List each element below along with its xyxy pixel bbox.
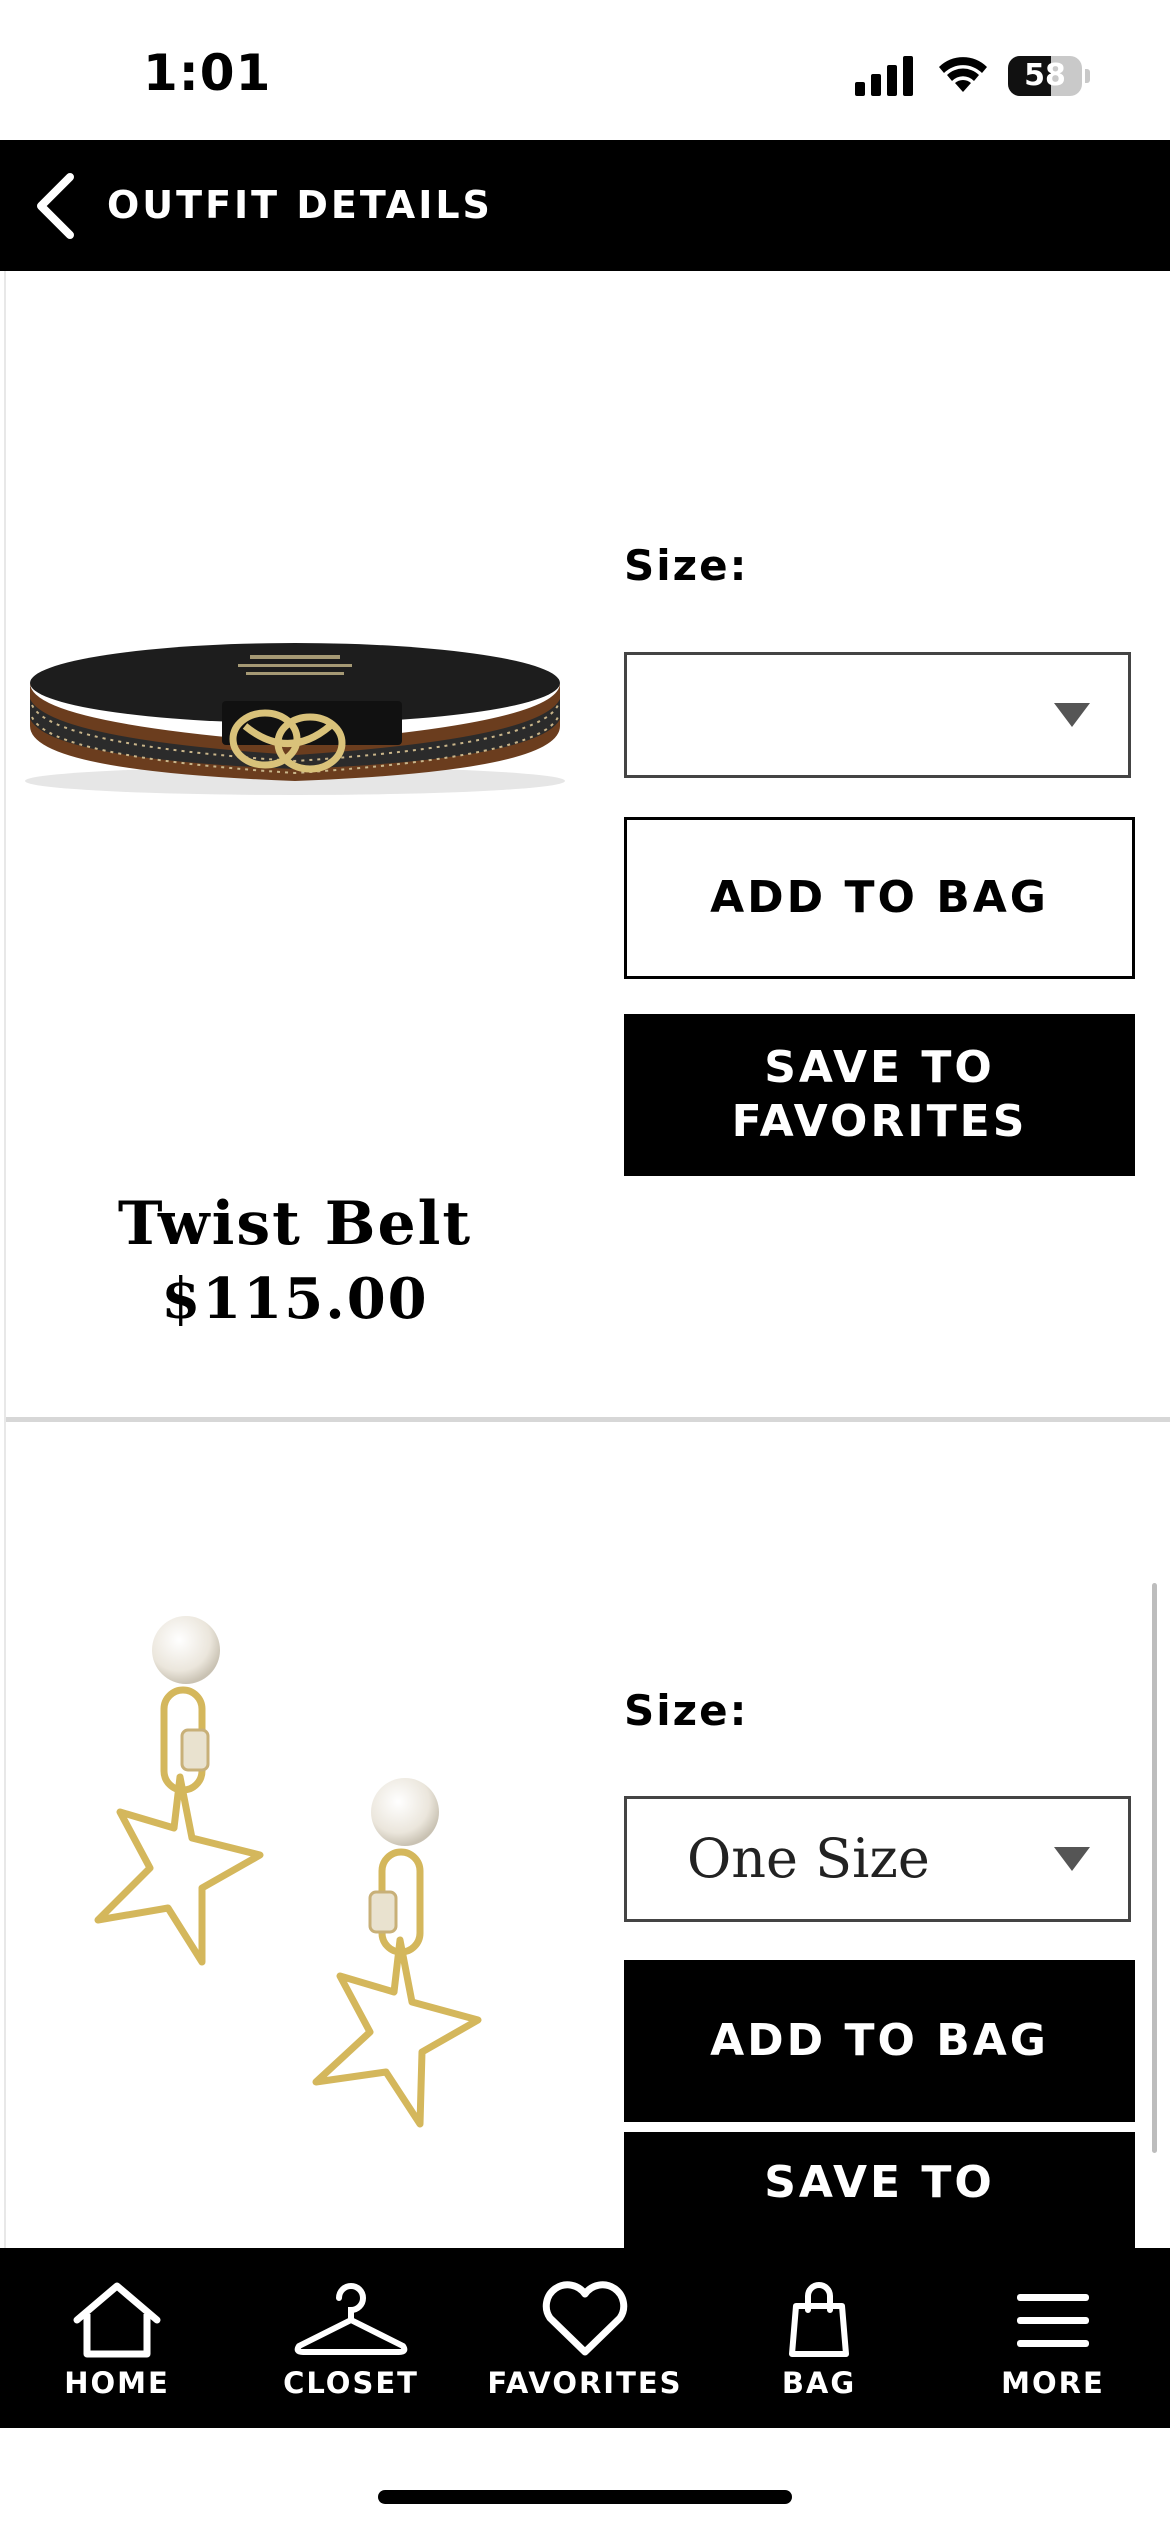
size-select[interactable]: One Size — [624, 1796, 1131, 1922]
size-label: Size: — [624, 1686, 749, 1735]
dropdown-caret-icon — [1054, 703, 1090, 727]
page-title: OUTFIT DETAILS — [107, 183, 493, 227]
tab-home[interactable]: HOME — [0, 2248, 234, 2428]
size-select[interactable] — [624, 652, 1131, 778]
add-to-bag-button[interactable]: ADD TO BAG — [624, 817, 1135, 979]
dropdown-caret-icon — [1054, 1847, 1090, 1871]
hanger-icon — [294, 2283, 408, 2355]
size-label: Size: — [624, 541, 749, 590]
shopping-bag-icon — [789, 2282, 849, 2357]
product-image-twist-belt[interactable] — [10, 631, 580, 801]
product-image-star-earrings[interactable] — [80, 1602, 500, 2162]
status-time: 1:01 — [143, 44, 272, 102]
tab-favorites[interactable]: FAVORITES — [468, 2248, 702, 2428]
battery-icon: 58 — [1008, 56, 1090, 98]
belt-image — [25, 643, 565, 795]
tab-closet[interactable]: CLOSET — [234, 2248, 468, 2428]
bottom-tab-bar: HOME CLOSET FAVORITES BAG MORE — [0, 2248, 1170, 2428]
product-price: $115.00 — [161, 1266, 429, 1332]
add-to-bag-button[interactable]: ADD TO BAG — [624, 1960, 1135, 2122]
battery-percentage: 58 — [1024, 58, 1066, 93]
heart-icon — [542, 2281, 628, 2356]
product-card: Twist Belt $115.00 Size: ADD TO BAG SAVE… — [0, 271, 1170, 1419]
menu-icon — [1017, 2294, 1089, 2347]
product-card: Size: One Size ADD TO BAG SAVE TO — [0, 1422, 1170, 2248]
save-to-favorites-button[interactable]: SAVE TO FAVORITES — [624, 1014, 1135, 1176]
cellular-signal-icon — [855, 56, 913, 96]
top-nav-bar: OUTFIT DETAILS — [0, 140, 1170, 271]
status-bar: 1:01 58 — [0, 0, 1170, 140]
tab-more[interactable]: MORE — [936, 2248, 1170, 2428]
earrings-image — [94, 1616, 482, 2128]
wifi-icon — [939, 57, 987, 92]
size-select-value: One Size — [687, 1827, 930, 1890]
back-button[interactable] — [20, 168, 90, 243]
save-to-favorites-button[interactable]: SAVE TO — [624, 2132, 1135, 2248]
product-name[interactable]: Twist Belt — [0, 1189, 590, 1259]
tab-bag[interactable]: BAG — [702, 2248, 936, 2428]
home-icon — [73, 2282, 161, 2358]
home-indicator[interactable] — [378, 2490, 792, 2504]
outfit-products-list[interactable]: Twist Belt $115.00 Size: ADD TO BAG SAVE… — [0, 271, 1170, 2248]
chevron-left-icon — [37, 172, 74, 239]
scrollbar[interactable] — [1152, 1583, 1157, 2153]
